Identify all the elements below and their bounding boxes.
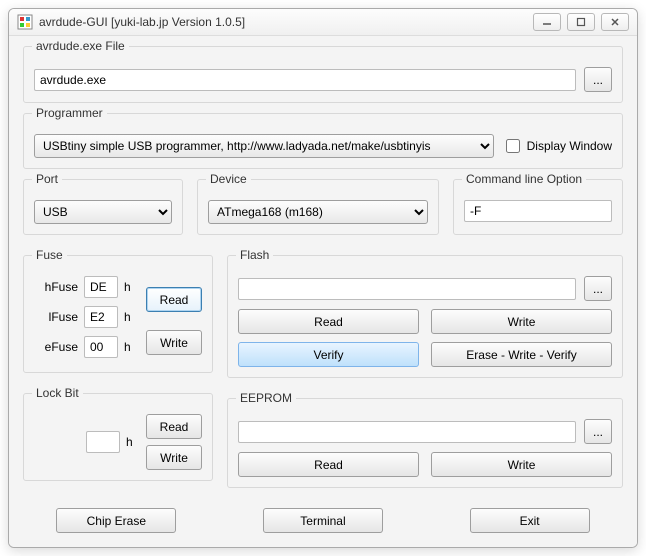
- client-area: avrdude.exe File ... Programmer USBtiny …: [9, 36, 637, 547]
- device-select[interactable]: ATmega168 (m168): [208, 200, 428, 224]
- exit-button[interactable]: Exit: [470, 508, 590, 533]
- port-select[interactable]: USB: [34, 200, 172, 224]
- efuse-input[interactable]: [84, 336, 118, 358]
- lfuse-input[interactable]: [84, 306, 118, 328]
- fuse-label: Fuse: [32, 248, 67, 262]
- display-window-label: Display Window: [527, 139, 612, 153]
- hex-suffix: h: [124, 310, 136, 324]
- window-controls: [533, 13, 629, 31]
- titlebar: avrdude-GUI [yuki-lab.jp Version 1.0.5]: [9, 9, 637, 36]
- flash-group: Flash ... Read Write Verify Erase - Writ…: [227, 255, 623, 378]
- flash-path-input[interactable]: [238, 278, 576, 300]
- hex-suffix: h: [124, 280, 136, 294]
- flash-ewv-button[interactable]: Erase - Write - Verify: [431, 342, 612, 367]
- avrdude-file-browse-button[interactable]: ...: [584, 67, 612, 92]
- eeprom-group: EEPROM ... Read Write: [227, 398, 623, 488]
- avrdude-file-group: avrdude.exe File ...: [23, 46, 623, 103]
- port-group: Port USB: [23, 179, 183, 235]
- programmer-select[interactable]: USBtiny simple USB programmer, http://ww…: [34, 134, 494, 158]
- eeprom-read-button[interactable]: Read: [238, 452, 419, 477]
- cmdline-group: Command line Option: [453, 179, 623, 235]
- minimize-button[interactable]: [533, 13, 561, 31]
- app-window: avrdude-GUI [yuki-lab.jp Version 1.0.5] …: [8, 8, 638, 548]
- hex-suffix: h: [126, 435, 138, 449]
- hfuse-input[interactable]: [84, 276, 118, 298]
- flash-write-button[interactable]: Write: [431, 309, 612, 334]
- avrdude-file-input[interactable]: [34, 69, 576, 91]
- maximize-button[interactable]: [567, 13, 595, 31]
- eeprom-browse-button[interactable]: ...: [584, 419, 612, 444]
- lockbit-input[interactable]: [86, 431, 120, 453]
- bottom-button-row: Chip Erase Terminal Exit: [23, 508, 623, 533]
- chip-erase-button[interactable]: Chip Erase: [56, 508, 176, 533]
- eeprom-write-button[interactable]: Write: [431, 452, 612, 477]
- port-label: Port: [32, 172, 62, 186]
- fuse-group: Fuse hFuse h lFuse h: [23, 255, 213, 373]
- efuse-label: eFuse: [34, 340, 78, 354]
- eeprom-path-input[interactable]: [238, 421, 576, 443]
- window-title: avrdude-GUI [yuki-lab.jp Version 1.0.5]: [39, 15, 527, 29]
- cmdline-input[interactable]: [464, 200, 612, 222]
- flash-read-button[interactable]: Read: [238, 309, 419, 334]
- device-label: Device: [206, 172, 251, 186]
- hex-suffix: h: [124, 340, 136, 354]
- lockbit-label: Lock Bit: [32, 386, 83, 400]
- lfuse-label: lFuse: [34, 310, 78, 324]
- lockbit-read-button[interactable]: Read: [146, 414, 202, 439]
- lockbit-group: Lock Bit h Read Write: [23, 393, 213, 481]
- eeprom-label: EEPROM: [236, 391, 296, 405]
- device-group: Device ATmega168 (m168): [197, 179, 439, 235]
- close-button[interactable]: [601, 13, 629, 31]
- avrdude-file-label: avrdude.exe File: [32, 39, 129, 53]
- lockbit-write-button[interactable]: Write: [146, 445, 202, 470]
- fuse-write-button[interactable]: Write: [146, 330, 202, 355]
- flash-verify-button[interactable]: Verify: [238, 342, 419, 367]
- programmer-label: Programmer: [32, 106, 107, 120]
- terminal-button[interactable]: Terminal: [263, 508, 383, 533]
- hfuse-label: hFuse: [34, 280, 78, 294]
- programmer-group: Programmer USBtiny simple USB programmer…: [23, 113, 623, 169]
- fuse-read-button[interactable]: Read: [146, 287, 202, 312]
- display-window-checkbox[interactable]: [506, 139, 520, 153]
- flash-label: Flash: [236, 248, 273, 262]
- cmdline-label: Command line Option: [462, 172, 586, 186]
- flash-browse-button[interactable]: ...: [584, 276, 612, 301]
- app-icon: [17, 14, 33, 30]
